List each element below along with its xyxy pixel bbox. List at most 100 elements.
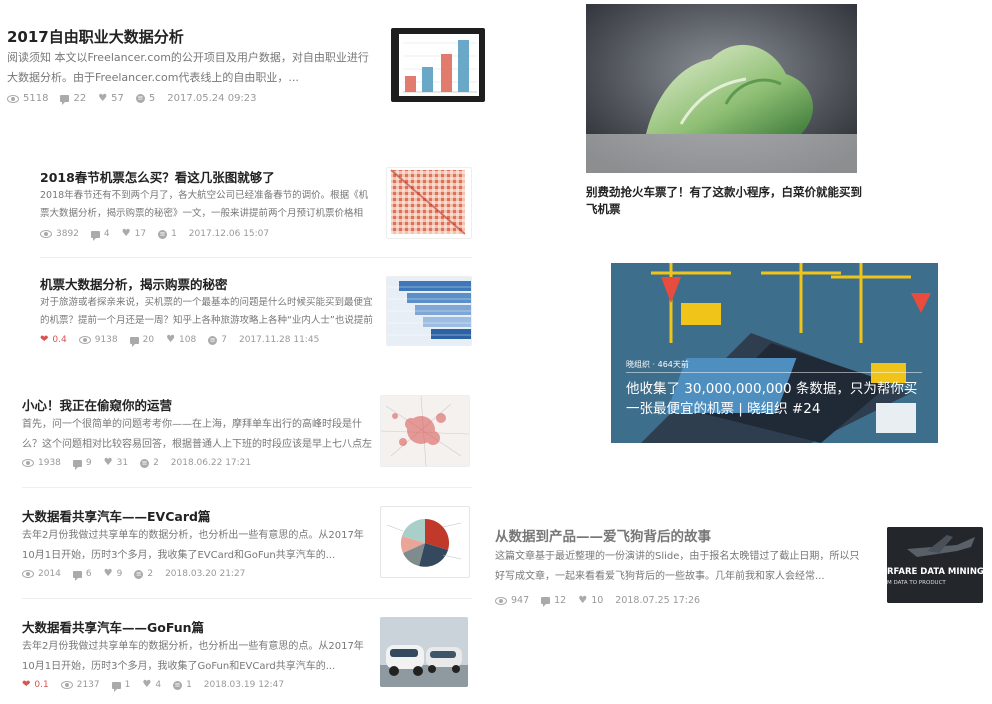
article-thumbnail-chart[interactable]	[391, 28, 485, 102]
likes-count: 31	[116, 458, 129, 468]
likes-count: 4	[155, 680, 162, 690]
comments-count: 9	[85, 458, 92, 468]
airplane-thumbnail	[887, 527, 983, 603]
pie-chart-thumbnail	[386, 518, 462, 567]
heatmap-thumbnail	[390, 169, 466, 235]
chart-bar	[458, 40, 469, 92]
shares-count: 5	[148, 93, 156, 104]
views-count: 2014	[38, 569, 61, 579]
article-meta: 947 12 ♥ 10 2018.07.25 17:26	[495, 594, 712, 607]
article-meta: 2014 6 ♥ 9 ≡ 2 2018.03.20 21:27	[22, 569, 257, 581]
article-title[interactable]: 大数据看共享汽车——EVCard篇	[22, 506, 210, 525]
views-icon	[22, 570, 34, 578]
article-thumbnail-pie[interactable]	[380, 506, 470, 578]
hot-score: 0.1	[34, 680, 49, 690]
article-title[interactable]: 机票大数据分析，揭示购票的秘密	[40, 274, 228, 293]
article-excerpt: 去年2月份我做过共享单车的数据分析，也分析出一些有意思的点。从2017年10月1…	[22, 641, 364, 672]
article-date: 2018.06.22 17:21	[170, 458, 252, 468]
article-thumbnail-heatmap[interactable]	[386, 167, 472, 239]
views-count: 5118	[23, 93, 49, 104]
banner-meta: 晓组织 · 464天前	[626, 360, 689, 369]
article-thumbnail-airfare[interactable]: RFARE DATA MINING M DATA TO PRODUCT	[887, 527, 983, 603]
hot-icon: ❤	[22, 679, 31, 690]
banner-card[interactable]: 晓组织 · 464天前 他收集了 30,000,000,000 条数据，只为帮你…	[611, 263, 938, 443]
heart-icon: ♥	[578, 594, 588, 606]
article-title[interactable]: 2017自由职业大数据分析	[7, 26, 184, 47]
comment-icon	[72, 459, 82, 470]
article-excerpt: 阅读须知 本文以Freelancer.com的公开项目及用户数据，对自由职业进行…	[7, 51, 369, 84]
heart-icon: ♥	[98, 92, 108, 104]
share-icon: ≡	[140, 458, 150, 468]
shares-count: 1	[171, 229, 177, 239]
likes-count: 108	[179, 335, 197, 345]
article-title[interactable]: 从数据到产品——爱飞狗背后的故事	[495, 525, 711, 545]
views-count: 3892	[56, 229, 79, 239]
views-count: 2137	[76, 680, 100, 690]
likes-count: 17	[134, 229, 147, 239]
views-icon	[78, 336, 91, 344]
article-thumbnail-map[interactable]	[380, 395, 470, 467]
comments-count: 1	[124, 680, 131, 690]
article-thumbnail-table[interactable]	[386, 276, 472, 346]
views-count: 947	[511, 595, 530, 606]
cabbage-article-title[interactable]: 别费劲抢火车票了！有了这款小程序，白菜价就能买到飞机票	[586, 184, 866, 218]
table-heatmap-thumbnail	[387, 277, 471, 345]
comments-count: 6	[85, 569, 92, 579]
article-date: 2018.03.20 21:27	[165, 569, 246, 579]
divider	[40, 257, 472, 258]
article-title[interactable]: 小心！我正在偷窥你的运营	[22, 395, 172, 414]
share-icon: ≡	[173, 680, 183, 690]
banner-divider	[626, 372, 922, 373]
likes-count: 10	[591, 595, 604, 606]
cars-photo-thumbnail	[380, 617, 468, 687]
chart-bar	[422, 67, 433, 92]
shares-count: 2	[153, 458, 159, 468]
jade-cabbage-photo	[586, 4, 857, 173]
views-icon	[7, 94, 19, 103]
article-excerpt: 这篇文章基于最近整理的一份演讲的Slide，由于报名太晚错过了截止日期，所以只好…	[495, 551, 860, 582]
article-date: 2018.07.25 17:26	[615, 595, 701, 606]
article-excerpt: 2018年春节还有不到两个月了，各大航空公司已经准备春节的调价。根据《机票大数据…	[40, 190, 369, 219]
thumb-caption-sub: M DATA TO PRODUCT	[887, 580, 946, 586]
article-title[interactable]: 2018春节机票怎么买？看这几张图就够了	[40, 167, 275, 186]
article-meta: 5118 22 ♥ 57 ≡ 5 2017.05.24 09:23	[7, 92, 269, 105]
article-excerpt: 去年2月份我做过共享单车的数据分析，也分析出一些有意思的点。从2017年10月1…	[22, 530, 364, 561]
views-count: 9138	[94, 335, 118, 345]
heart-icon: ♥	[166, 334, 176, 345]
article-title[interactable]: 大数据看共享汽车——GoFun篇	[22, 617, 204, 636]
comments-count: 12	[554, 595, 567, 606]
divider	[22, 487, 472, 488]
share-icon: ≡	[134, 569, 144, 579]
heart-icon: ♥	[103, 457, 113, 468]
views-count: 1938	[38, 458, 61, 468]
shares-count: 1	[186, 680, 192, 690]
article-date: 2017.11.28 11:45	[238, 335, 320, 345]
views-icon	[495, 596, 507, 605]
article-meta: 3892 4 ♥ 17 ≡ 1 2017.12.06 15:07	[40, 228, 281, 241]
thumb-caption-main: RFARE DATA MINING	[887, 567, 983, 577]
share-icon: ≡	[158, 229, 168, 239]
heart-icon: ♥	[121, 228, 131, 239]
comment-icon	[60, 95, 70, 105]
cabbage-image[interactable]	[586, 4, 857, 173]
share-icon: ≡	[208, 335, 218, 345]
shares-count: 2	[147, 569, 154, 579]
heart-icon: ♥	[142, 679, 152, 690]
banner-title: 他收集了 30,000,000,000 条数据，只为帮你买一张最便宜的机票 | …	[626, 381, 918, 417]
bar-chart-thumbnail	[399, 34, 479, 96]
article-thumbnail-cars[interactable]	[380, 617, 468, 687]
views-icon	[22, 459, 34, 467]
article-meta: 1938 9 ♥ 31 ≡ 2 2018.06.22 17:21	[22, 457, 263, 470]
article-excerpt: 首先，问一个很简单的问题考考你——在上海，摩拜单车出行的高峰时段是什么？这个问题…	[22, 419, 372, 450]
article-excerpt: 对于旅游或者探亲来说，买机票的一个最基本的问题是什么时候买能买到最便宜的机票？提…	[40, 297, 373, 326]
article-meta: ❤ 0.1 2137 1 ♥ 4 ≡ 1 2018.03.19 12:47	[22, 679, 296, 692]
chart-bar	[405, 76, 416, 92]
chart-bar	[441, 54, 452, 92]
comments-count: 4	[103, 229, 110, 239]
likes-count: 9	[116, 569, 123, 579]
article-date: 2018.03.19 12:47	[203, 680, 285, 690]
dot-map-thumbnail	[381, 396, 469, 466]
comment-icon	[111, 681, 121, 692]
comments-count: 22	[73, 93, 87, 104]
comment-icon	[90, 230, 100, 241]
